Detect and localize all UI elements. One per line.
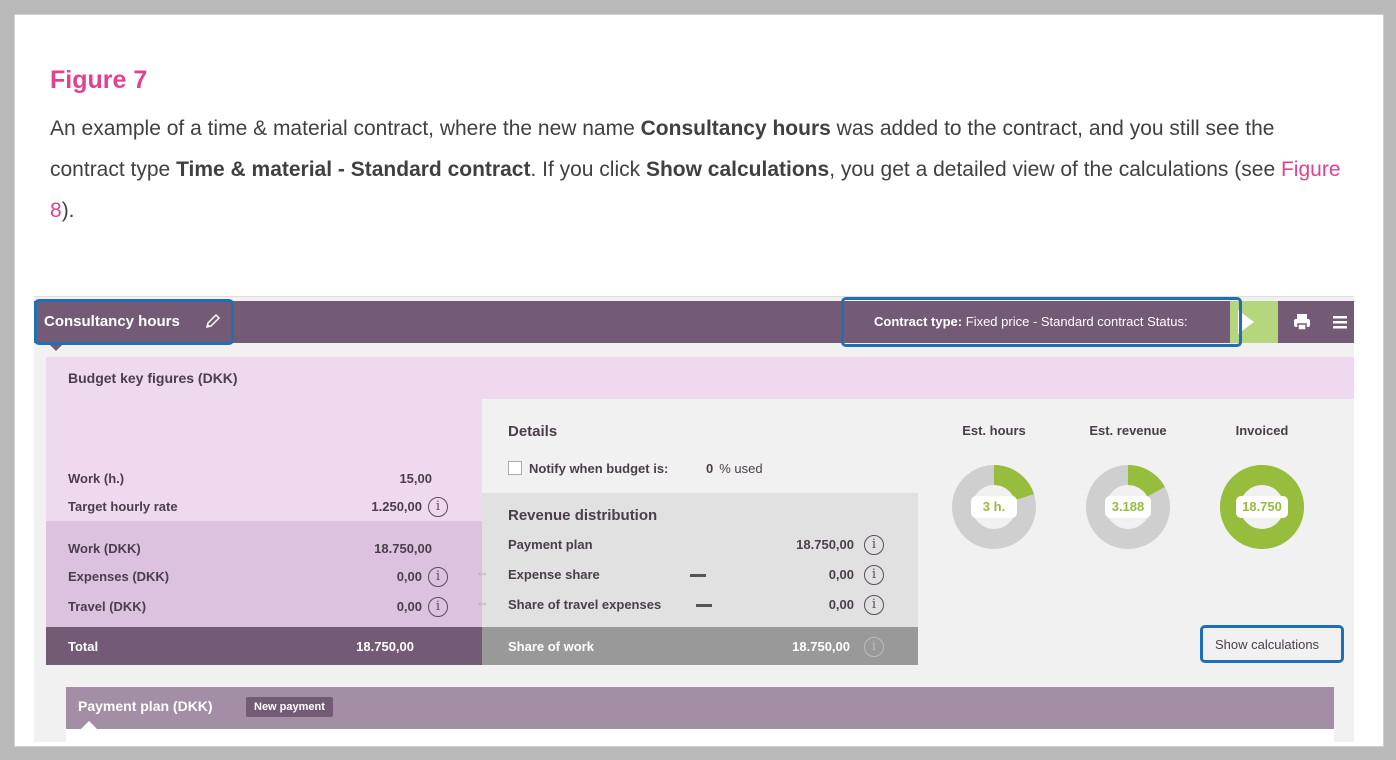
share-of-work-value: 18.750,00 xyxy=(792,639,850,654)
caption-bold: Show calculations xyxy=(645,158,830,181)
info-icon[interactable]: i xyxy=(428,497,448,517)
print-icon[interactable] xyxy=(1292,312,1312,332)
contract-app-screenshot: Consultancy hours Contract type: Fixed p… xyxy=(34,296,1354,742)
payment-plan-value: 18.750,00 xyxy=(796,537,854,552)
details-column xyxy=(482,399,918,493)
notify-checkbox[interactable] xyxy=(508,461,522,475)
expenses-label: Expenses (DKK) xyxy=(68,569,170,584)
est-revenue-value: 3.188 xyxy=(1105,496,1151,518)
budget-notch xyxy=(54,399,78,411)
expense-share-value: 0,00 xyxy=(828,567,854,582)
new-payment-button[interactable]: New payment xyxy=(246,697,333,717)
invoiced-value: 18.750 xyxy=(1236,496,1288,518)
highlight-show-calculations xyxy=(1200,625,1344,663)
figure-caption: An example of a time & material contract… xyxy=(50,108,1350,231)
donut-label-hours: Est. hours xyxy=(962,423,1026,438)
caption-bold: Consultancy hours xyxy=(640,117,831,140)
info-icon[interactable]: i xyxy=(428,567,448,587)
donut-label-revenue: Est. revenue xyxy=(1089,423,1167,438)
budget-title: Budget key figures (DKK) xyxy=(68,370,238,386)
caption-bold: Time & material - Standard contract xyxy=(176,158,531,181)
notify-label: Notify when budget is: xyxy=(529,461,669,476)
caption-text: An example of a time & material contract… xyxy=(50,117,641,140)
minus-icon xyxy=(690,574,706,577)
expense-share-label: Expense share xyxy=(508,567,600,582)
budget-section-header: Budget key figures (DKK) xyxy=(46,357,1354,399)
info-icon[interactable]: i xyxy=(864,565,884,585)
revenue-distribution-title: Revenue distribution xyxy=(508,507,658,524)
expenses-value: 0,00 xyxy=(396,569,422,584)
work-dkk-value: 18.750,00 xyxy=(374,541,432,556)
total-value: 18.750,00 xyxy=(356,639,414,654)
caption-text: ). xyxy=(61,199,75,222)
donut-label-invoiced: Invoiced xyxy=(1235,423,1289,438)
travel-value: 0,00 xyxy=(396,599,422,614)
info-icon[interactable]: i xyxy=(864,637,884,657)
payment-plan-body xyxy=(66,729,1334,742)
budget-total-bar xyxy=(46,627,482,665)
caption-text: , you get a detailed view of the calcula… xyxy=(829,158,1281,181)
info-icon[interactable]: i xyxy=(428,597,448,617)
total-label: Total xyxy=(68,639,99,654)
payment-plan-title: Payment plan (DKK) xyxy=(78,698,213,714)
travel-share-label: Share of travel expenses xyxy=(508,597,662,612)
payment-plan-header: Payment plan (DKK) New payment xyxy=(66,687,1334,729)
minus-icon xyxy=(696,604,712,607)
target-rate-value: 1.250,00 xyxy=(371,499,422,514)
travel-share-value: 0,00 xyxy=(828,597,854,612)
work-dkk-label: Work (DKK) xyxy=(68,541,141,556)
travel-label: Travel (DKK) xyxy=(68,599,147,614)
work-hours-label: Work (h.) xyxy=(68,471,125,486)
highlight-contract-type xyxy=(841,297,1242,347)
work-hours-value: 15,00 xyxy=(399,471,432,486)
caption-text: . If you click xyxy=(530,158,646,181)
est-hours-value: 3 h. xyxy=(971,496,1017,518)
notify-unit: % used xyxy=(719,461,763,476)
link-icon: ⇔ xyxy=(476,565,489,580)
details-title: Details xyxy=(508,423,558,440)
link-icon: ⇔ xyxy=(476,595,489,610)
figure-title: Figure 7 xyxy=(50,66,148,94)
notify-value[interactable]: 0 xyxy=(706,461,713,476)
payment-plan-notch xyxy=(80,721,98,730)
share-of-work-label: Share of work xyxy=(508,639,594,654)
target-rate-label: Target hourly rate xyxy=(68,499,178,514)
info-icon[interactable]: i xyxy=(864,535,884,555)
payment-plan-label: Payment plan xyxy=(508,537,593,552)
menu-icon[interactable] xyxy=(1332,313,1348,331)
notify-threshold: 0 % used xyxy=(706,461,763,476)
info-icon[interactable]: i xyxy=(864,595,884,615)
highlight-contract-name xyxy=(34,299,234,345)
